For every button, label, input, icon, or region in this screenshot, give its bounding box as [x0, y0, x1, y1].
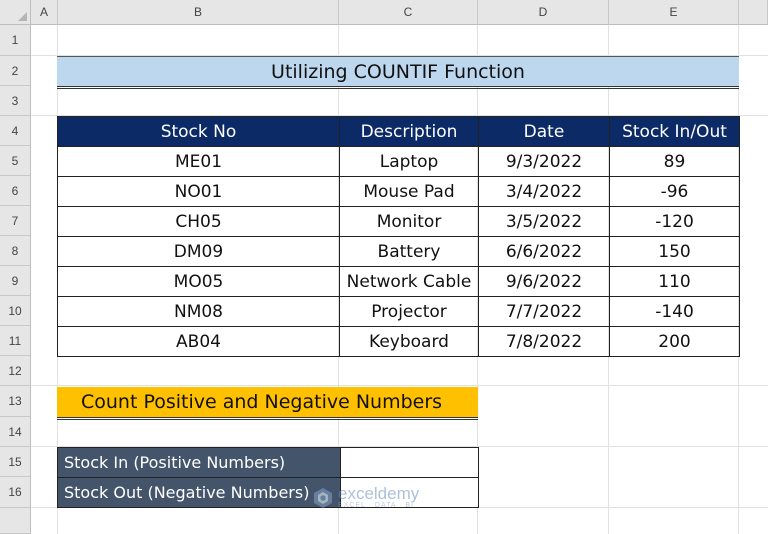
- column-header-c[interactable]: C: [339, 0, 478, 25]
- cell-stock-in-out[interactable]: 89: [609, 146, 740, 177]
- result-label-stock-in[interactable]: Stock In (Positive Numbers): [57, 447, 341, 478]
- cell-stock-no[interactable]: ME01: [57, 146, 340, 177]
- cell-stock-in-out[interactable]: -120: [609, 206, 740, 237]
- cell-date[interactable]: 9/3/2022: [478, 146, 610, 177]
- cell-stock-no[interactable]: CH05: [57, 206, 340, 237]
- row-header-15[interactable]: 15: [0, 447, 31, 477]
- table-row: CH05 Monitor 3/5/2022 -120: [57, 206, 740, 237]
- column-header-a[interactable]: A: [31, 0, 58, 25]
- row-header-8[interactable]: 8: [0, 236, 31, 266]
- cell-stock-in-out[interactable]: -140: [609, 296, 740, 327]
- subtitle-double-underline: [57, 417, 478, 420]
- result-label-stock-out[interactable]: Stock Out (Negative Numbers): [57, 477, 341, 508]
- table-row: MO05 Network Cable 9/6/2022 110: [57, 266, 740, 297]
- table-row: DM09 Battery 6/6/2022 150: [57, 236, 740, 267]
- cell-description[interactable]: Keyboard: [339, 326, 479, 357]
- row-header-1[interactable]: 1: [0, 25, 31, 56]
- cell-stock-in-out[interactable]: -96: [609, 176, 740, 207]
- row-header-16[interactable]: 16: [0, 477, 31, 508]
- sheet-title[interactable]: Utilizing COUNTIF Function: [57, 56, 739, 86]
- cell-stock-in-out[interactable]: 110: [609, 266, 740, 297]
- header-stock-no[interactable]: Stock No: [57, 116, 340, 147]
- row-header-5[interactable]: 5: [0, 146, 31, 176]
- cell-date[interactable]: 3/5/2022: [478, 206, 610, 237]
- row-header-3[interactable]: 3: [0, 86, 31, 116]
- select-all-corner[interactable]: [0, 0, 31, 25]
- cell-stock-no[interactable]: NM08: [57, 296, 340, 327]
- table-row: NM08 Projector 7/7/2022 -140: [57, 296, 740, 327]
- row-header-17[interactable]: [0, 508, 31, 534]
- cell-stock-no[interactable]: NO01: [57, 176, 340, 207]
- section-subtitle[interactable]: Count Positive and Negative Numbers: [57, 387, 478, 417]
- cell-description[interactable]: Laptop: [339, 146, 479, 177]
- row-header-9[interactable]: 9: [0, 266, 31, 296]
- watermark-tagline: EXCEL · DATA · BI: [338, 502, 414, 509]
- cell-description[interactable]: Network Cable: [339, 266, 479, 297]
- row-header-11[interactable]: 11: [0, 326, 31, 356]
- cell-description[interactable]: Projector: [339, 296, 479, 327]
- select-all-triangle-icon: [18, 12, 27, 21]
- row-header-4[interactable]: 4: [0, 116, 31, 146]
- cell-stock-in-out[interactable]: 150: [609, 236, 740, 267]
- row-header-14[interactable]: 14: [0, 417, 31, 447]
- row-header-13[interactable]: 13: [0, 386, 31, 417]
- table-header-row: Stock No Description Date Stock In/Out: [57, 116, 740, 147]
- table-row: ME01 Laptop 9/3/2022 89: [57, 146, 740, 177]
- exceldemy-watermark: exceldemy EXCEL · DATA · BI: [312, 484, 420, 509]
- cell-description[interactable]: Battery: [339, 236, 479, 267]
- cell-description[interactable]: Mouse Pad: [339, 176, 479, 207]
- cell-stock-in-out[interactable]: 200: [609, 326, 740, 357]
- exceldemy-logo-icon: [314, 487, 332, 508]
- row-header-10[interactable]: 10: [0, 296, 31, 326]
- table-row: NO01 Mouse Pad 3/4/2022 -96: [57, 176, 740, 207]
- cell-date[interactable]: 7/7/2022: [478, 296, 610, 327]
- column-header-b[interactable]: B: [58, 0, 339, 25]
- result-value-stock-in[interactable]: [340, 447, 479, 478]
- column-header-f[interactable]: [739, 0, 768, 25]
- table-row: AB04 Keyboard 7/8/2022 200: [57, 326, 740, 357]
- column-header-e[interactable]: E: [609, 0, 739, 25]
- cell-date[interactable]: 9/6/2022: [478, 266, 610, 297]
- row-header-7[interactable]: 7: [0, 206, 31, 236]
- cell-date[interactable]: 7/8/2022: [478, 326, 610, 357]
- stock-table: Stock No Description Date Stock In/Out M…: [57, 116, 740, 357]
- cell-stock-no[interactable]: AB04: [57, 326, 340, 357]
- cell-stock-no[interactable]: DM09: [57, 236, 340, 267]
- title-double-underline: [57, 86, 739, 89]
- column-header-d[interactable]: D: [478, 0, 609, 25]
- header-stock-in-out[interactable]: Stock In/Out: [609, 116, 740, 147]
- gridline: [31, 385, 768, 386]
- cell-date[interactable]: 6/6/2022: [478, 236, 610, 267]
- watermark-brand: exceldemy: [338, 484, 420, 503]
- result-row: Stock In (Positive Numbers): [57, 447, 479, 478]
- header-date[interactable]: Date: [478, 116, 610, 147]
- header-description[interactable]: Description: [339, 116, 479, 147]
- row-header-12[interactable]: 12: [0, 356, 31, 386]
- row-header-2[interactable]: 2: [0, 56, 31, 86]
- cell-stock-no[interactable]: MO05: [57, 266, 340, 297]
- cell-description[interactable]: Monitor: [339, 206, 479, 237]
- row-header-6[interactable]: 6: [0, 176, 31, 206]
- cell-date[interactable]: 3/4/2022: [478, 176, 610, 207]
